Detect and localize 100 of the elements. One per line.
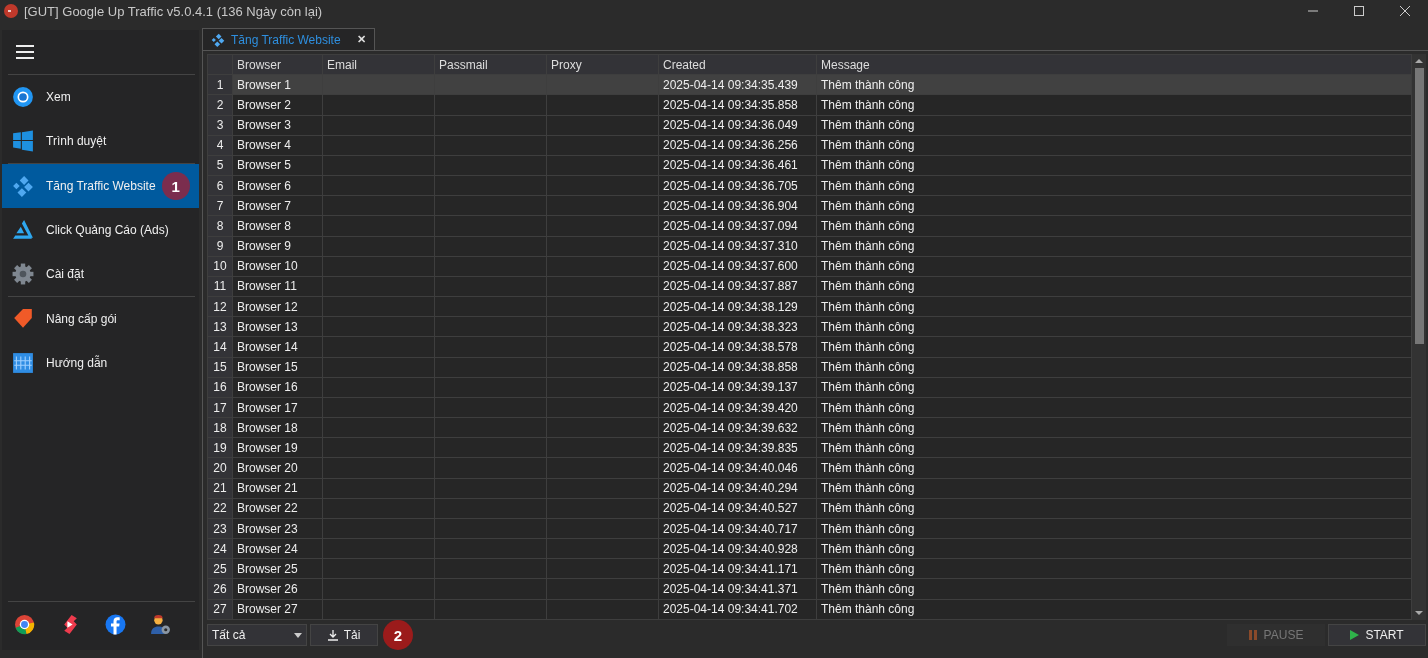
row-number: 18 bbox=[207, 417, 233, 438]
table-cell: Browser 13 bbox=[232, 316, 323, 337]
facebook-icon[interactable] bbox=[104, 613, 126, 635]
diamond-icon bbox=[211, 32, 225, 47]
column-header[interactable]: Proxy bbox=[546, 54, 659, 75]
table-cell: Thêm thành công bbox=[816, 377, 1412, 398]
sidebar-item[interactable]: Hướng dẫn bbox=[2, 341, 199, 385]
maximize-icon[interactable] bbox=[1354, 6, 1364, 16]
table-cell: Browser 15 bbox=[232, 357, 323, 378]
diamond-icon bbox=[12, 175, 34, 197]
table-cell: Thêm thành công bbox=[816, 74, 1412, 95]
row-number: 14 bbox=[207, 336, 233, 358]
app-logo-icon bbox=[4, 4, 18, 18]
download-icon bbox=[327, 629, 338, 641]
table-cell: Thêm thành công bbox=[816, 316, 1412, 337]
table-cell: Browser 12 bbox=[232, 296, 323, 317]
row-number: 15 bbox=[207, 357, 233, 378]
pause-icon bbox=[1248, 630, 1258, 640]
row-number: 2 bbox=[207, 94, 233, 115]
table-cell: 2025-04-14 09:34:40.928 bbox=[658, 538, 817, 559]
close-icon[interactable] bbox=[1400, 6, 1410, 16]
download-button[interactable]: Tải bbox=[310, 624, 378, 646]
table-cell: Thêm thành công bbox=[816, 296, 1412, 317]
table-cell: Thêm thành công bbox=[816, 155, 1412, 176]
column-header[interactable]: Browser bbox=[232, 54, 323, 75]
table-cell: Thêm thành công bbox=[816, 336, 1412, 358]
table-cell: Browser 7 bbox=[232, 195, 323, 216]
column-header[interactable]: Passmail bbox=[434, 54, 547, 75]
table-cell: Browser 18 bbox=[232, 417, 323, 438]
row-number: 25 bbox=[207, 558, 233, 579]
chrome-icon[interactable] bbox=[14, 613, 35, 635]
table-cell: Browser 19 bbox=[232, 437, 323, 458]
row-number: 27 bbox=[207, 599, 233, 620]
table-cell: 2025-04-14 09:34:41.171 bbox=[658, 558, 817, 579]
scrollbar[interactable] bbox=[1412, 54, 1426, 620]
table-cell: 2025-04-14 09:34:39.420 bbox=[658, 397, 817, 418]
menu-icon[interactable] bbox=[16, 44, 34, 60]
sidebar-item[interactable]: Click Quảng Cáo (Ads) bbox=[2, 208, 199, 252]
row-number: 3 bbox=[207, 115, 233, 136]
row-number: 5 bbox=[207, 155, 233, 176]
table-cell: Thêm thành công bbox=[816, 256, 1412, 277]
row-number: 22 bbox=[207, 498, 233, 519]
column-header[interactable]: Email bbox=[322, 54, 435, 75]
table-cell: 2025-04-14 09:34:37.310 bbox=[658, 236, 817, 257]
table-cell: Thêm thành công bbox=[816, 578, 1412, 600]
row-number: 26 bbox=[207, 578, 233, 600]
table-cell: Browser 11 bbox=[232, 276, 323, 297]
table-cell: Thêm thành công bbox=[816, 518, 1412, 539]
sidebar-item[interactable]: Xem bbox=[2, 75, 199, 119]
row-number: 7 bbox=[207, 195, 233, 216]
triangle-logo-icon bbox=[12, 219, 34, 241]
number-badge: 2 bbox=[383, 620, 413, 650]
row-number: 6 bbox=[207, 175, 233, 196]
table-cell: Browser 23 bbox=[232, 518, 323, 539]
table-cell: Browser 10 bbox=[232, 256, 323, 277]
sidebar-item[interactable]: Trình duyệt bbox=[2, 119, 199, 163]
start-button[interactable]: START bbox=[1328, 624, 1426, 646]
column-header[interactable]: Created bbox=[658, 54, 817, 75]
table-cell: Thêm thành công bbox=[816, 558, 1412, 579]
filter-dropdown[interactable]: Tất cả bbox=[207, 624, 307, 646]
row-number: 11 bbox=[207, 276, 233, 297]
sidebar-item[interactable]: Nâng cấp gói bbox=[2, 297, 199, 341]
table-cell: Thêm thành công bbox=[816, 599, 1412, 620]
table-cell: 2025-04-14 09:34:36.256 bbox=[658, 135, 817, 156]
table-cell: Thêm thành công bbox=[816, 276, 1412, 297]
table-cell: 2025-04-14 09:34:39.835 bbox=[658, 437, 817, 458]
row-number: 24 bbox=[207, 538, 233, 559]
column-header[interactable]: Message bbox=[816, 54, 1412, 75]
row-number: 4 bbox=[207, 135, 233, 156]
row-number: 9 bbox=[207, 236, 233, 257]
table-cell: 2025-04-14 09:34:40.527 bbox=[658, 498, 817, 519]
table-cell: 2025-04-14 09:34:37.887 bbox=[658, 276, 817, 297]
row-number: 23 bbox=[207, 518, 233, 539]
table-cell: Thêm thành công bbox=[816, 135, 1412, 156]
table-cell: Thêm thành công bbox=[816, 397, 1412, 418]
row-number: 16 bbox=[207, 377, 233, 398]
browser-icon bbox=[12, 86, 34, 108]
row-number: 12 bbox=[207, 296, 233, 317]
table-cell: 2025-04-14 09:34:40.046 bbox=[658, 457, 817, 479]
table-cell: Browser 26 bbox=[232, 578, 323, 600]
user-gear-icon[interactable] bbox=[150, 613, 171, 635]
table-cell: Thêm thành công bbox=[816, 115, 1412, 136]
table-cell: 2025-04-14 09:34:41.702 bbox=[658, 599, 817, 620]
table-cell: 2025-04-14 09:34:41.371 bbox=[658, 578, 817, 600]
table-cell: Browser 3 bbox=[232, 115, 323, 136]
table-cell: Thêm thành công bbox=[816, 498, 1412, 519]
tab[interactable]: Tăng Traffic Website ✕ bbox=[202, 28, 375, 50]
settings-icon bbox=[12, 263, 34, 285]
row-number: 17 bbox=[207, 397, 233, 418]
table-cell: Browser 5 bbox=[232, 155, 323, 176]
sidebar-item[interactable]: Tăng Traffic Website 1 bbox=[2, 164, 199, 208]
sidebar-item[interactable]: Cài đặt bbox=[2, 252, 199, 296]
table-cell: 2025-04-14 09:34:35.858 bbox=[658, 94, 817, 115]
close-tab-button[interactable]: ✕ bbox=[356, 33, 366, 46]
table-cell: Thêm thành công bbox=[816, 538, 1412, 559]
table-cell: 2025-04-14 09:34:38.129 bbox=[658, 296, 817, 317]
table-cell: Thêm thành công bbox=[816, 236, 1412, 257]
table-cell: Browser 14 bbox=[232, 336, 323, 358]
table-cell: Browser 9 bbox=[232, 236, 323, 257]
table-cell: 2025-04-14 09:34:39.137 bbox=[658, 377, 817, 398]
